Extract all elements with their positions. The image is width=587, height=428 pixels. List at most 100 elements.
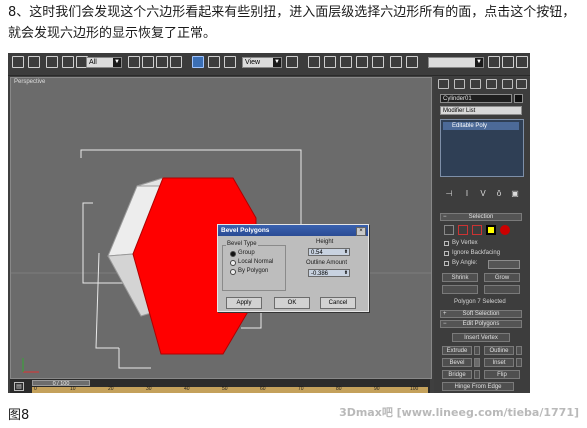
tick-label: 100 bbox=[410, 386, 419, 392]
dialog-title[interactable]: Bevel Polygons bbox=[218, 225, 368, 236]
height-label: Height bbox=[316, 239, 334, 245]
link-icon[interactable] bbox=[46, 56, 58, 68]
object-color-swatch[interactable] bbox=[514, 94, 523, 103]
shrink-button[interactable]: Shrink bbox=[442, 273, 478, 282]
cancel-button[interactable]: Cancel bbox=[320, 297, 356, 309]
grow-button[interactable]: Grow bbox=[484, 273, 520, 282]
time-ruler[interactable]: 0 10 20 30 40 50 60 70 80 90 100 bbox=[32, 386, 428, 393]
tick-label: 80 bbox=[336, 386, 342, 392]
reference-coordinate-dropdown[interactable]: View ▼ bbox=[242, 57, 282, 68]
schematic-view-icon[interactable] bbox=[516, 56, 528, 68]
ring-button[interactable] bbox=[442, 285, 478, 294]
border-level-icon[interactable] bbox=[472, 225, 482, 235]
unlink-icon[interactable] bbox=[62, 56, 74, 68]
close-icon[interactable]: × bbox=[356, 227, 366, 236]
bridge-settings-button[interactable] bbox=[474, 370, 480, 379]
element-level-icon[interactable] bbox=[500, 225, 510, 235]
select-manipulate-icon[interactable] bbox=[308, 56, 320, 68]
configure-modifier-sets-icon[interactable]: ▣ bbox=[510, 189, 520, 198]
vertex-level-icon[interactable] bbox=[444, 225, 454, 235]
bevel-settings-button[interactable] bbox=[474, 358, 480, 367]
stack-item-editable-poly[interactable]: Editable Poly bbox=[443, 122, 519, 130]
pin-stack-icon[interactable]: ⊣ bbox=[444, 189, 454, 198]
radio-by-polygon[interactable] bbox=[230, 269, 236, 275]
redo-icon[interactable] bbox=[28, 56, 40, 68]
extrude-button[interactable]: Extrude bbox=[442, 346, 472, 355]
bevel-type-label: Bevel Type bbox=[226, 241, 258, 247]
layer-manager-icon[interactable] bbox=[488, 56, 500, 68]
mirror-icon[interactable] bbox=[390, 56, 402, 68]
named-selection-dropdown[interactable]: ▼ bbox=[428, 57, 484, 68]
flip-button[interactable]: Flip bbox=[484, 370, 520, 379]
ignore-backfacing-checkbox[interactable] bbox=[444, 251, 449, 256]
undo-icon[interactable] bbox=[12, 56, 24, 68]
angle-snap-icon[interactable] bbox=[340, 56, 352, 68]
hierarchy-tab-icon[interactable] bbox=[470, 79, 481, 89]
outline-settings-button[interactable] bbox=[516, 346, 522, 355]
make-unique-icon[interactable]: V bbox=[478, 189, 488, 198]
extrude-settings-button[interactable] bbox=[474, 346, 480, 355]
modifier-stack[interactable]: Editable Poly bbox=[440, 119, 524, 177]
outline-button[interactable]: Outline bbox=[484, 346, 514, 355]
pivot-center-icon[interactable] bbox=[286, 56, 298, 68]
curve-editor-icon[interactable] bbox=[502, 56, 514, 68]
tick-label: 0 bbox=[34, 386, 37, 392]
percent-snap-icon[interactable] bbox=[356, 56, 368, 68]
time-slider[interactable]: 0 / 100 bbox=[32, 380, 90, 387]
spinner-arrows-icon[interactable]: ⬍ bbox=[343, 270, 349, 276]
hinge-from-edge-button[interactable]: Hinge From Edge bbox=[442, 382, 514, 391]
insert-vertex-button[interactable]: Insert Vertex bbox=[452, 333, 510, 342]
select-and-move-icon[interactable] bbox=[192, 56, 204, 68]
select-and-scale-icon[interactable] bbox=[224, 56, 236, 68]
object-name-field[interactable]: Cylinder01 bbox=[440, 94, 512, 103]
outline-amount-spinner[interactable]: -0.386 ⬍ bbox=[308, 269, 350, 277]
select-and-rotate-icon[interactable] bbox=[208, 56, 220, 68]
select-object-icon[interactable] bbox=[128, 56, 140, 68]
polygon-level-icon[interactable] bbox=[486, 225, 496, 235]
main-toolbar: All ▼ View ▼ ▼ bbox=[8, 53, 530, 76]
loop-button[interactable] bbox=[484, 285, 520, 294]
watermark: 3Dmax吧 [www.lineeg.com/tieba/1771] bbox=[339, 406, 579, 419]
edit-polygons-rollout-header[interactable]: − Edit Polygons bbox=[440, 320, 522, 328]
by-vertex-label: By Vertex bbox=[452, 240, 478, 246]
snaps-toggle-icon[interactable] bbox=[324, 56, 336, 68]
option-local-normal-label: Local Normal bbox=[238, 259, 274, 265]
perspective-viewport[interactable]: Perspective Bevel Polygons × Bevel Type … bbox=[10, 77, 432, 379]
radio-local-normal[interactable] bbox=[230, 260, 236, 266]
modify-tab-icon[interactable] bbox=[454, 79, 465, 89]
soft-selection-rollout-header[interactable]: + Soft Selection bbox=[440, 310, 522, 318]
bridge-button[interactable]: Bridge bbox=[442, 370, 472, 379]
ignore-backfacing-label: Ignore Backfacing bbox=[452, 250, 501, 256]
align-icon[interactable] bbox=[406, 56, 418, 68]
by-angle-checkbox[interactable] bbox=[444, 261, 449, 266]
spinner-snap-icon[interactable] bbox=[372, 56, 384, 68]
by-vertex-checkbox[interactable] bbox=[444, 241, 449, 246]
tick-label: 60 bbox=[260, 386, 266, 392]
radio-group[interactable] bbox=[230, 251, 236, 257]
selection-region-icon[interactable] bbox=[156, 56, 168, 68]
motion-tab-icon[interactable] bbox=[486, 79, 497, 89]
selection-filter-dropdown[interactable]: All ▼ bbox=[86, 57, 122, 68]
tick-label: 50 bbox=[222, 386, 228, 392]
display-tab-icon[interactable] bbox=[502, 79, 513, 89]
ok-button[interactable]: OK bbox=[274, 297, 310, 309]
inset-button[interactable]: Inset bbox=[484, 358, 514, 367]
create-tab-icon[interactable] bbox=[438, 79, 449, 89]
modifier-list-dropdown[interactable]: Modifier List bbox=[440, 106, 522, 115]
apply-button[interactable]: Apply bbox=[226, 297, 262, 309]
select-by-name-icon[interactable] bbox=[142, 56, 154, 68]
window-crossing-icon[interactable] bbox=[170, 56, 182, 68]
bevel-button[interactable]: Bevel bbox=[442, 358, 472, 367]
tick-label: 40 bbox=[184, 386, 190, 392]
remove-modifier-icon[interactable]: ô bbox=[494, 189, 504, 198]
inset-settings-button[interactable] bbox=[516, 358, 522, 367]
mini-curve-editor-icon[interactable]: ▤ bbox=[14, 382, 24, 391]
utilities-tab-icon[interactable] bbox=[516, 79, 527, 89]
spinner-arrows-icon[interactable]: ⬍ bbox=[343, 249, 349, 255]
show-end-result-icon[interactable]: I bbox=[462, 189, 472, 198]
outline-amount-label: Outline Amount bbox=[306, 260, 348, 266]
selection-rollout-header[interactable]: − Selection bbox=[440, 213, 522, 221]
edge-level-icon[interactable] bbox=[458, 225, 468, 235]
height-spinner[interactable]: 0.54 ⬍ bbox=[308, 248, 350, 256]
by-angle-spinner[interactable] bbox=[488, 260, 520, 269]
